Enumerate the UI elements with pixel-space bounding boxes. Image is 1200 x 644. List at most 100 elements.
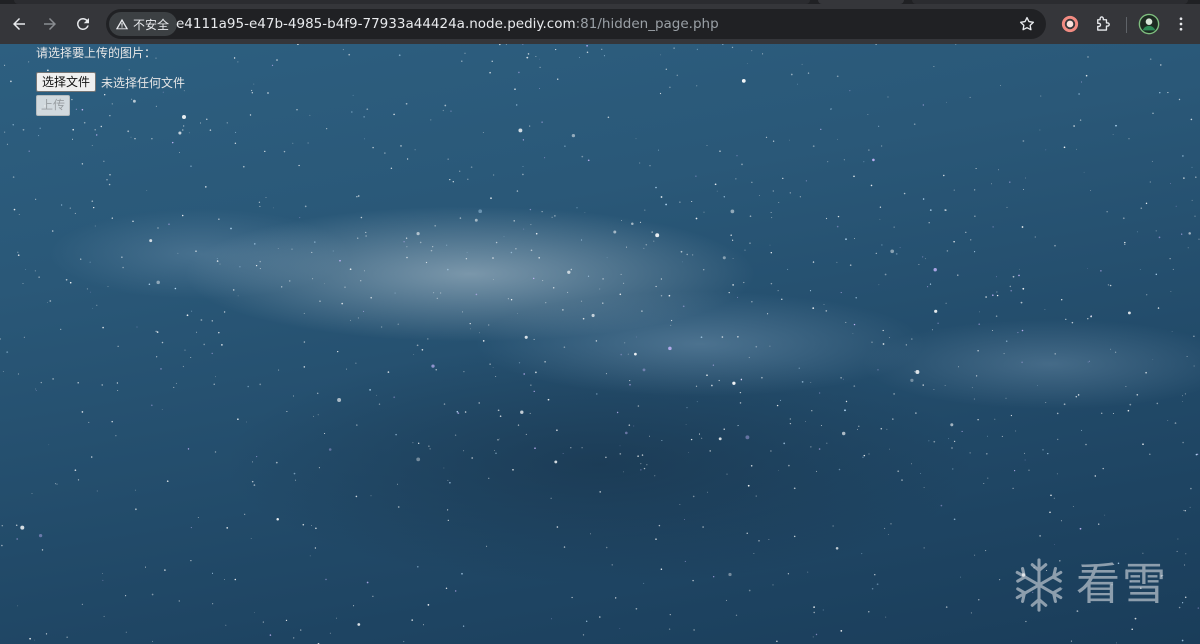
star: [83, 121, 86, 124]
star: [591, 313, 595, 318]
star: [826, 442, 828, 444]
orange-ring-extension-icon[interactable]: [1059, 13, 1081, 35]
star: [311, 251, 313, 253]
star: [150, 404, 153, 407]
forward-button[interactable]: [35, 9, 65, 39]
star: [435, 369, 437, 371]
security-label: 不安全: [133, 17, 170, 32]
star: [2, 371, 4, 372]
star: [397, 323, 399, 325]
star: [250, 537, 252, 539]
star: [1134, 617, 1137, 620]
star: [446, 244, 448, 246]
star: [6, 143, 8, 145]
star: [1053, 497, 1055, 499]
snowflake-icon: [1015, 558, 1063, 612]
security-indicator[interactable]: 不安全: [109, 12, 178, 36]
star: [204, 186, 207, 188]
star: [753, 553, 755, 555]
star: [432, 246, 434, 248]
star: [590, 533, 591, 535]
address-bar[interactable]: 不安全 e4111a95-e47b-4985-b4f9-77933a44424a…: [106, 9, 1046, 39]
star: [857, 428, 858, 430]
star: [923, 547, 925, 549]
star: [45, 633, 48, 635]
star: [1045, 401, 1047, 404]
star: [920, 473, 922, 474]
star: [348, 53, 351, 56]
star: [17, 373, 19, 375]
star: [855, 297, 857, 299]
star: [125, 595, 127, 597]
star: [646, 464, 648, 466]
star: [613, 230, 617, 234]
star: [171, 141, 174, 144]
star: [489, 363, 491, 365]
star: [845, 400, 848, 403]
star: [255, 264, 258, 267]
star: [92, 307, 94, 309]
star: [292, 142, 294, 144]
starfield-background: [0, 44, 1200, 644]
kebab-menu-icon: [1179, 17, 1183, 31]
star: [586, 620, 588, 622]
star: [682, 305, 685, 308]
star: [214, 451, 217, 453]
file-input[interactable]: 选择文件 未选择任何文件: [36, 72, 185, 92]
star: [65, 278, 68, 281]
star: [974, 189, 976, 191]
star: [951, 447, 953, 449]
star: [552, 286, 555, 289]
star: [72, 128, 74, 131]
star: [691, 200, 693, 203]
star: [696, 48, 699, 51]
reload-button[interactable]: [68, 9, 98, 39]
star: [125, 631, 127, 633]
choose-file-button[interactable]: 选择文件: [36, 72, 97, 92]
upload-button[interactable]: 上传: [36, 95, 71, 116]
star: [94, 225, 96, 227]
star: [89, 261, 91, 263]
star: [657, 149, 659, 151]
star: [316, 392, 319, 395]
url-host: e4111a95-e47b-4985-b4f9-77933a44424a.nod…: [176, 16, 576, 32]
star: [888, 337, 890, 339]
star: [1076, 148, 1077, 150]
star: [100, 125, 103, 128]
star: [403, 241, 405, 243]
star: [433, 292, 435, 294]
star: [1083, 171, 1085, 173]
star: [1112, 413, 1114, 414]
star: [836, 75, 839, 78]
star: [748, 356, 750, 359]
star: [799, 196, 801, 198]
star: [265, 197, 267, 198]
star: [582, 317, 585, 320]
star: [533, 338, 535, 340]
star: [530, 384, 532, 386]
star: [269, 634, 272, 636]
star: [844, 409, 846, 412]
star: [1102, 467, 1104, 470]
back-button[interactable]: [4, 9, 34, 39]
star: [244, 513, 246, 515]
star: [732, 284, 734, 286]
star: [96, 490, 98, 492]
star: [182, 115, 186, 119]
extensions-button[interactable]: [1091, 13, 1113, 35]
star-icon[interactable]: [1018, 15, 1036, 33]
star: [1149, 453, 1151, 455]
star: [616, 411, 619, 414]
star: [355, 362, 357, 364]
star: [629, 380, 631, 382]
star: [645, 244, 648, 246]
url-text[interactable]: e4111a95-e47b-4985-b4f9-77933a44424a.nod…: [176, 9, 719, 39]
star: [482, 340, 485, 342]
star: [318, 467, 320, 469]
star: [702, 268, 705, 271]
star: [235, 131, 237, 133]
star: [22, 283, 24, 284]
star: [832, 525, 834, 527]
menu-button[interactable]: [1170, 13, 1192, 35]
avatar[interactable]: [1138, 13, 1160, 35]
